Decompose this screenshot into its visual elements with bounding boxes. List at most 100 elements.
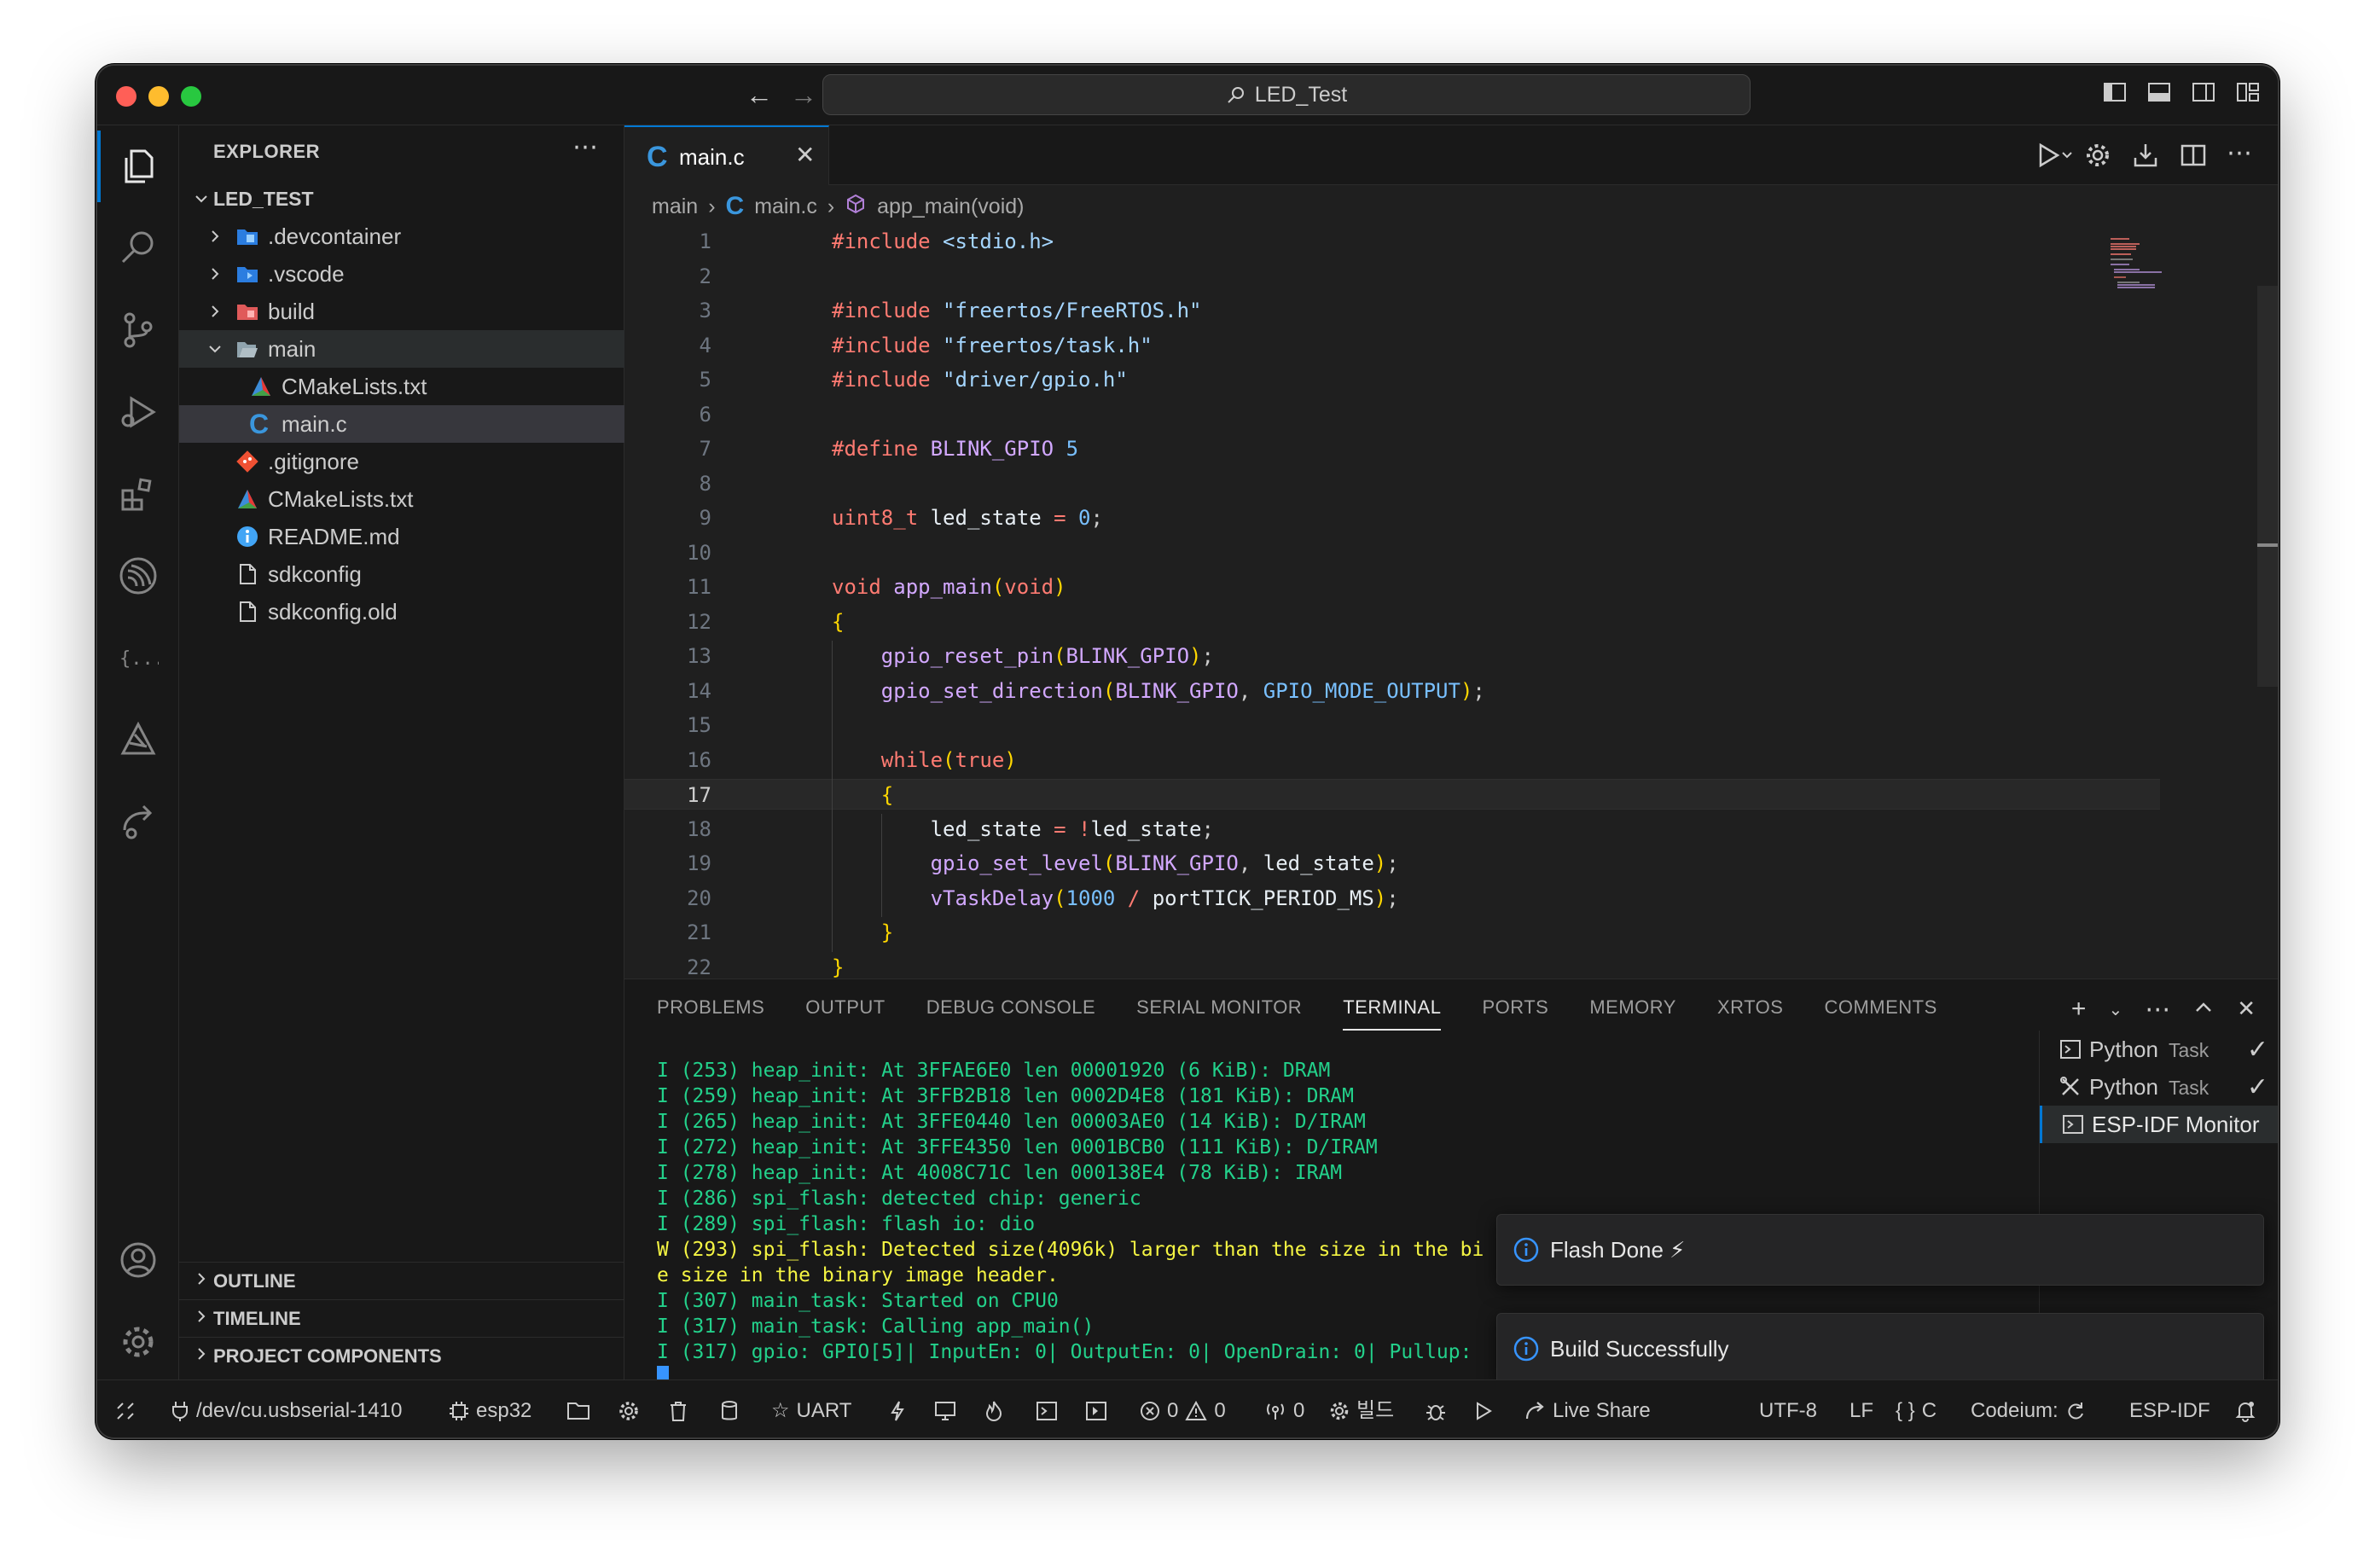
tab-serial-monitor[interactable]: SERIAL MONITOR bbox=[1136, 979, 1302, 1036]
code-line[interactable]: 20 vTaskDelay(1000 / portTICK_PERIOD_MS)… bbox=[624, 883, 2160, 914]
notification-build-successfully[interactable]: Build Successfully bbox=[1496, 1313, 2264, 1385]
gear-icon[interactable] bbox=[2083, 141, 2112, 170]
open-folder-icon[interactable] bbox=[566, 1380, 590, 1437]
ports-indicator[interactable]: 0 bbox=[1264, 1380, 1304, 1437]
terminal-icon[interactable] bbox=[1036, 1380, 1058, 1437]
run-debug-icon[interactable] bbox=[118, 392, 159, 433]
remote-indicator-icon[interactable] bbox=[114, 1380, 136, 1437]
monitor-icon[interactable] bbox=[933, 1380, 957, 1437]
codeium-status[interactable]: Codeium: bbox=[1971, 1380, 2086, 1437]
tree-item-sdkconfig[interactable]: sdkconfig bbox=[179, 555, 624, 593]
code-line[interactable]: 8 bbox=[624, 468, 2160, 499]
remote-share-icon[interactable] bbox=[118, 801, 159, 842]
more-actions-icon[interactable]: ⋯ bbox=[2145, 995, 2170, 1027]
section-timeline[interactable]: TIMELINE bbox=[179, 1299, 624, 1337]
code-line[interactable]: 3 #include "freertos/FreeRTOS.h" bbox=[624, 295, 2160, 326]
back-arrow-icon[interactable]: ← bbox=[740, 76, 778, 113]
language-mode-selector[interactable]: { } C bbox=[1896, 1380, 1937, 1437]
encoding-selector[interactable]: UTF-8 bbox=[1759, 1380, 1817, 1437]
tab-ports[interactable]: PORTS bbox=[1482, 979, 1548, 1036]
customize-layout-icon[interactable] bbox=[2235, 79, 2261, 105]
tree-item-build[interactable]: build bbox=[179, 293, 624, 330]
tree-item-gitignore[interactable]: .gitignore bbox=[179, 443, 624, 480]
code-line[interactable]: 9 uint8_t led_state = 0; bbox=[624, 502, 2160, 533]
code-line[interactable]: 4 #include "freertos/task.h" bbox=[624, 330, 2160, 361]
problems-indicator[interactable]: 0 0 bbox=[1140, 1380, 1226, 1437]
terminal-item-python-2[interactable]: Python Task ✓ bbox=[2040, 1068, 2278, 1106]
tree-item-cmakelists-root[interactable]: CMakeLists.txt bbox=[179, 480, 624, 518]
tab-output[interactable]: OUTPUT bbox=[805, 979, 885, 1036]
breadcrumb-folder[interactable]: main bbox=[652, 195, 698, 219]
search-icon[interactable] bbox=[118, 228, 159, 269]
code-line[interactable]: 11 void app_main(void) bbox=[624, 572, 2160, 602]
new-terminal-icon[interactable]: + bbox=[2071, 995, 2087, 1027]
accounts-icon[interactable] bbox=[118, 1240, 159, 1281]
code-line[interactable]: 15 bbox=[624, 710, 2160, 740]
build-button[interactable]: 빌드 bbox=[1329, 1380, 1394, 1437]
extensions-icon[interactable] bbox=[118, 473, 159, 514]
minimap[interactable] bbox=[2111, 236, 2213, 322]
live-share-button[interactable]: Live Share bbox=[1524, 1380, 1651, 1437]
fire-icon[interactable] bbox=[984, 1380, 1003, 1437]
code-line[interactable]: 12 { bbox=[624, 607, 2160, 637]
forward-arrow-icon[interactable]: → bbox=[785, 76, 822, 113]
tree-item-sdkconfig-old[interactable]: sdkconfig.old bbox=[179, 593, 624, 630]
breadcrumb-symbol[interactable]: app_main(void) bbox=[877, 195, 1024, 219]
section-project-components[interactable]: PROJECT COMPONENTS bbox=[179, 1337, 624, 1374]
database-icon[interactable] bbox=[720, 1380, 739, 1437]
flash-method-selector[interactable]: ☆ UART bbox=[771, 1380, 851, 1437]
tree-item-cmakelists-main[interactable]: CMakeLists.txt bbox=[179, 368, 624, 405]
run-icon[interactable] bbox=[1474, 1380, 1493, 1437]
tab-xrtos[interactable]: XRTOS bbox=[1717, 979, 1784, 1036]
settings-gear-icon[interactable] bbox=[118, 1321, 159, 1362]
code-line[interactable]: 16 while(true) bbox=[624, 745, 2160, 775]
code-line[interactable]: 10 bbox=[624, 537, 2160, 568]
platform-icon[interactable] bbox=[118, 719, 159, 760]
tab-memory[interactable]: MEMORY bbox=[1589, 979, 1676, 1036]
tree-item-main[interactable]: main bbox=[179, 330, 624, 368]
toggle-primary-sidebar-icon[interactable] bbox=[2102, 79, 2128, 105]
minimize-window-button[interactable] bbox=[148, 86, 169, 107]
code-line[interactable]: 1 #include <stdio.h> bbox=[624, 226, 2160, 257]
more-actions-icon[interactable]: ⋯ bbox=[2227, 141, 2256, 170]
gear-icon[interactable] bbox=[618, 1380, 640, 1437]
toggle-secondary-sidebar-icon[interactable] bbox=[2191, 79, 2216, 105]
code-line[interactable]: 2 bbox=[624, 261, 2160, 292]
flash-icon[interactable] bbox=[889, 1380, 906, 1437]
close-window-button[interactable] bbox=[116, 86, 136, 107]
more-actions-icon[interactable]: ⋯ bbox=[572, 132, 598, 162]
export-icon[interactable] bbox=[1085, 1380, 1107, 1437]
tab-comments[interactable]: COMMENTS bbox=[1824, 979, 1937, 1036]
tree-item-vscode[interactable]: .vscode bbox=[179, 255, 624, 293]
target-selector[interactable]: esp32 bbox=[449, 1380, 531, 1437]
json-braces-icon[interactable]: {...} bbox=[118, 637, 176, 678]
split-editor-icon[interactable] bbox=[2179, 141, 2208, 170]
terminal-item-python-1[interactable]: Python Task ✓ bbox=[2040, 1031, 2278, 1068]
explorer-icon[interactable] bbox=[118, 146, 159, 187]
tab-terminal[interactable]: TERMINAL bbox=[1343, 979, 1442, 1036]
tree-item-main-c[interactable]: C main.c bbox=[179, 405, 624, 443]
code-line[interactable]: 17 { bbox=[624, 779, 2160, 810]
close-icon[interactable]: ✕ bbox=[2237, 995, 2256, 1027]
tab-debug-console[interactable]: DEBUG CONSOLE bbox=[926, 979, 1095, 1036]
flash-download-icon[interactable] bbox=[2131, 141, 2160, 170]
code-line[interactable]: 21 } bbox=[624, 917, 2160, 948]
code-line[interactable]: 5 #include "driver/gpio.h" bbox=[624, 364, 2160, 395]
notifications-bell-icon[interactable] bbox=[2235, 1380, 2256, 1437]
tree-item-readme[interactable]: README.md bbox=[179, 518, 624, 555]
breadcrumb-file[interactable]: main.c bbox=[754, 195, 817, 219]
tree-root-folder[interactable]: LED_TEST bbox=[179, 180, 624, 218]
serial-port-selector[interactable]: /dev/cu.usbserial-1410 bbox=[171, 1380, 402, 1437]
terminal-item-esp-idf-monitor[interactable]: ESP-IDF Monitor bbox=[2040, 1106, 2278, 1143]
section-outline[interactable]: OUTLINE bbox=[179, 1262, 624, 1299]
code-line[interactable]: 13 gpio_reset_pin(BLINK_GPIO); bbox=[624, 641, 2160, 671]
command-center-search[interactable]: LED_Test bbox=[822, 74, 1751, 115]
maximize-window-button[interactable] bbox=[181, 86, 201, 107]
esp-idf-status[interactable]: ESP-IDF bbox=[2129, 1380, 2210, 1437]
toggle-panel-icon[interactable] bbox=[2146, 79, 2172, 105]
code-line[interactable]: 19 gpio_set_level(BLINK_GPIO, led_state)… bbox=[624, 848, 2160, 879]
source-control-icon[interactable] bbox=[118, 310, 159, 351]
close-icon[interactable]: ✕ bbox=[795, 141, 815, 169]
code-line[interactable]: 14 gpio_set_direction(BLINK_GPIO, GPIO_M… bbox=[624, 676, 2160, 706]
eol-selector[interactable]: LF bbox=[1849, 1380, 1873, 1437]
